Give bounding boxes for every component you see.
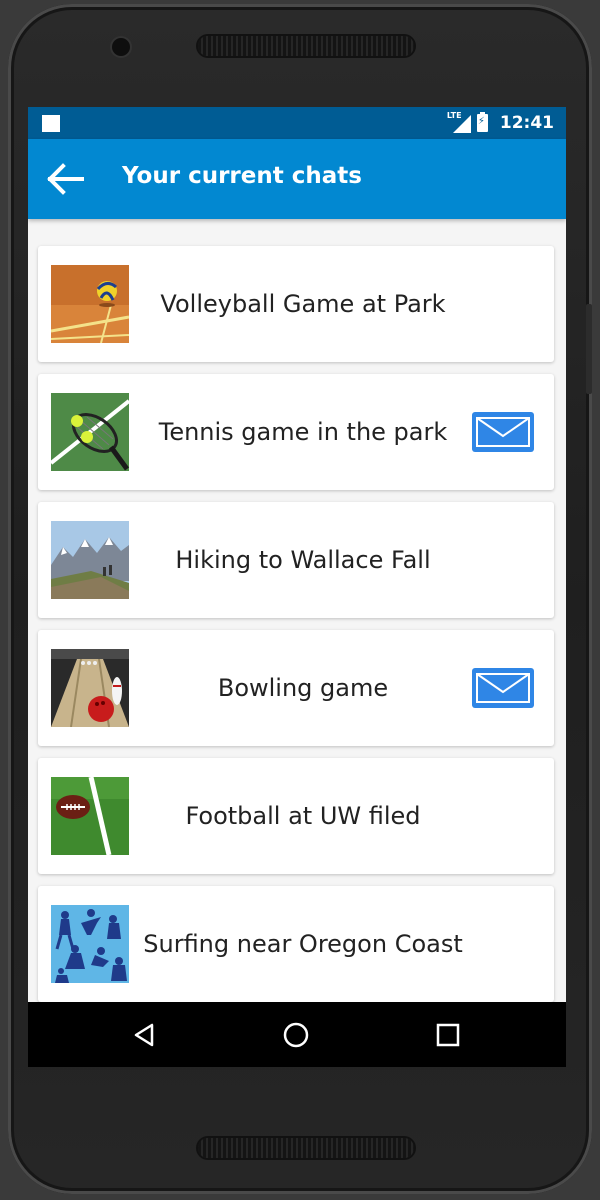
device-screen: LTE 12:41 Your current chats: [28, 107, 566, 1067]
bottom-speaker-grille: [198, 1138, 414, 1158]
chat-title: Volleyball Game at Park: [160, 290, 446, 318]
status-clock: 12:41: [499, 113, 554, 133]
chat-title: Surfing near Oregon Coast: [143, 930, 463, 958]
hiking-image: [51, 521, 129, 599]
chat-title: Hiking to Wallace Fall: [175, 546, 431, 574]
chat-list: Volleyball Game at Park Tennis game in t…: [28, 219, 566, 1002]
football-image: [51, 777, 129, 855]
lte-signal-icon: LTE: [447, 111, 471, 133]
page-title: Your current chats: [122, 163, 362, 189]
status-bar: LTE 12:41: [28, 107, 566, 139]
arrow-left-icon[interactable]: [46, 161, 86, 197]
chat-item-tennis[interactable]: Tennis game in the park: [38, 374, 554, 490]
notification-icon: [42, 115, 60, 132]
bowling-image: [51, 649, 129, 727]
nav-back-triangle-icon[interactable]: [128, 1018, 162, 1052]
nav-recents-square-icon[interactable]: [431, 1018, 465, 1052]
nav-home-circle-icon[interactable]: [279, 1018, 313, 1052]
app-bar: Your current chats: [28, 139, 566, 219]
chat-title: Bowling game: [217, 674, 389, 702]
system-nav-bar: [28, 1002, 566, 1067]
chat-item-football[interactable]: Football at UW filed: [38, 758, 554, 874]
chat-item-volleyball[interactable]: Volleyball Game at Park: [38, 246, 554, 362]
envelope-icon: [476, 417, 530, 447]
new-message-button[interactable]: [472, 668, 534, 708]
chat-item-surfing[interactable]: Surfing near Oregon Coast: [38, 886, 554, 1002]
chat-title: Football at UW filed: [185, 802, 421, 830]
top-speaker-grille: [198, 36, 414, 56]
chat-item-bowling[interactable]: Bowling game: [38, 630, 554, 746]
battery-charging-icon: [476, 112, 488, 132]
envelope-icon: [476, 673, 530, 703]
status-icons: LTE 12:41: [447, 111, 554, 135]
front-camera: [112, 38, 130, 56]
chat-title: Tennis game in the park: [158, 418, 448, 446]
volleyball-image: [51, 265, 129, 343]
sports-silhouettes-image: [51, 905, 129, 983]
phone-side-button: [586, 304, 592, 394]
tennis-image: [51, 393, 129, 471]
chat-item-hiking[interactable]: Hiking to Wallace Fall: [38, 502, 554, 618]
new-message-button[interactable]: [472, 412, 534, 452]
